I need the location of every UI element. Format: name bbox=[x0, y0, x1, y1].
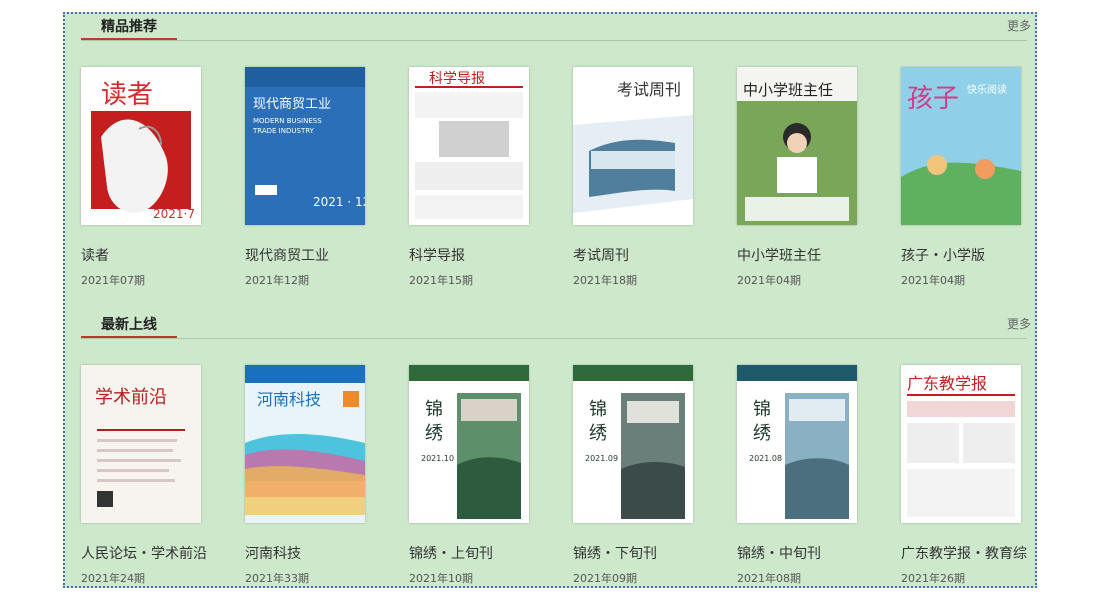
svg-text:中小学班主任: 中小学班主任 bbox=[743, 81, 833, 99]
cover-art: 中小学班主任 bbox=[737, 67, 857, 225]
cover-art: 孩子 快乐阅读 bbox=[901, 67, 1021, 225]
cover-art: 科学导报 bbox=[409, 67, 529, 225]
magazine-title[interactable]: 科学导报 bbox=[409, 245, 539, 265]
magazine-cover[interactable]: 锦 绣 2021.08 bbox=[737, 365, 857, 523]
magazine-item[interactable]: 河南科技 河南科技 2021年33期 bbox=[245, 365, 375, 586]
svg-text:锦: 锦 bbox=[589, 399, 607, 420]
section-divider bbox=[81, 338, 1027, 339]
magazine-issue: 2021年15期 bbox=[409, 274, 473, 287]
svg-text:科学导报: 科学导报 bbox=[429, 71, 485, 87]
cover-art: 锦 绣 2021.10 bbox=[409, 365, 529, 523]
svg-text:2021.10: 2021.10 bbox=[421, 454, 454, 463]
magazine-item[interactable]: 科学导报 科学导报 2021年15期 bbox=[409, 67, 539, 288]
svg-text:快乐阅读: 快乐阅读 bbox=[967, 83, 1007, 96]
magazine-title[interactable]: 锦绣・中旬刊 bbox=[737, 543, 867, 563]
section-divider bbox=[81, 40, 1027, 41]
magazine-title[interactable]: 读者 bbox=[81, 245, 211, 265]
magazine-issue: 2021年07期 bbox=[81, 274, 145, 287]
magazine-issue: 2021年33期 bbox=[245, 572, 309, 585]
magazine-cover[interactable]: 科学导报 bbox=[409, 67, 529, 225]
svg-text:考试周刊: 考试周刊 bbox=[617, 80, 681, 99]
cover-art: 读者 2021·7 bbox=[81, 67, 201, 225]
svg-text:读者: 读者 bbox=[101, 80, 153, 110]
cover-art: 现代商贸工业 MODERN BUSINESS TRADE INDUSTRY 20… bbox=[245, 67, 365, 225]
magazine-item[interactable]: 考试周刊 考试周刊 2021年18期 bbox=[573, 67, 703, 288]
magazine-item[interactable]: 广东教学报 广东教学报・教育综 2021年26期 bbox=[901, 365, 1031, 586]
svg-text:TRADE INDUSTRY: TRADE INDUSTRY bbox=[252, 127, 315, 135]
magazine-issue: 2021年04期 bbox=[901, 274, 965, 287]
cover-art: 广东教学报 bbox=[901, 365, 1021, 523]
magazine-title[interactable]: 广东教学报・教育综 bbox=[901, 543, 1031, 563]
magazine-item[interactable]: 读者 2021·7 读者 2021年07期 bbox=[81, 67, 211, 288]
magazine-cover[interactable]: 河南科技 bbox=[245, 365, 365, 523]
svg-text:现代商贸工业: 现代商贸工业 bbox=[253, 97, 331, 112]
magazine-item[interactable]: 锦 绣 2021.10 锦绣・上旬刊 2021年10期 bbox=[409, 365, 539, 586]
magazine-title[interactable]: 河南科技 bbox=[245, 543, 375, 563]
magazine-title[interactable]: 现代商贸工业 bbox=[245, 245, 375, 265]
magazine-issue: 2021年18期 bbox=[573, 274, 637, 287]
magazine-issue: 2021年08期 bbox=[737, 572, 801, 585]
cover-art: 河南科技 bbox=[245, 365, 365, 523]
svg-text:绣: 绣 bbox=[753, 423, 771, 444]
magazine-title[interactable]: 锦绣・上旬刊 bbox=[409, 543, 539, 563]
magazine-title[interactable]: 中小学班主任 bbox=[737, 245, 867, 265]
magazine-cover[interactable]: 现代商贸工业 MODERN BUSINESS TRADE INDUSTRY 20… bbox=[245, 67, 365, 225]
magazine-issue: 2021年24期 bbox=[81, 572, 145, 585]
svg-text:绣: 绣 bbox=[425, 423, 443, 444]
svg-text:锦: 锦 bbox=[425, 399, 443, 420]
cover-art: 学术前沿 bbox=[81, 365, 201, 523]
svg-text:2021.08: 2021.08 bbox=[749, 454, 782, 463]
svg-text:学术前沿: 学术前沿 bbox=[95, 387, 167, 408]
svg-text:MODERN BUSINESS: MODERN BUSINESS bbox=[253, 117, 322, 125]
magazine-title[interactable]: 锦绣・下旬刊 bbox=[573, 543, 703, 563]
section-title: 最新上线 bbox=[101, 317, 157, 333]
magazine-item[interactable]: 中小学班主任 中小学班主任 2021年04期 bbox=[737, 67, 867, 288]
magazine-cover[interactable]: 锦 绣 2021.09 bbox=[573, 365, 693, 523]
magazine-item[interactable]: 孩子 快乐阅读 孩子・小学版 2021年04期 bbox=[901, 67, 1031, 288]
magazine-cover[interactable]: 读者 2021·7 bbox=[81, 67, 201, 225]
svg-text:河南科技: 河南科技 bbox=[257, 390, 321, 409]
magazine-issue: 2021年09期 bbox=[573, 572, 637, 585]
magazine-panel: 精品推荐 更多 读者 2021·7 读者 2021年07期 现代商贸工业 MOD… bbox=[63, 12, 1037, 588]
magazine-item[interactable]: 锦 绣 2021.08 锦绣・中旬刊 2021年08期 bbox=[737, 365, 867, 586]
cover-art: 锦 绣 2021.09 bbox=[573, 365, 693, 523]
cover-art: 锦 绣 2021.08 bbox=[737, 365, 857, 523]
magazine-cover[interactable]: 学术前沿 bbox=[81, 365, 201, 523]
magazine-title[interactable]: 孩子・小学版 bbox=[901, 245, 1031, 265]
magazine-cover[interactable]: 锦 绣 2021.10 bbox=[409, 365, 529, 523]
more-link[interactable]: 更多 bbox=[1007, 17, 1031, 34]
more-link[interactable]: 更多 bbox=[1007, 315, 1031, 332]
magazine-issue: 2021年26期 bbox=[901, 572, 965, 585]
svg-text:锦: 锦 bbox=[753, 399, 771, 420]
magazine-cover[interactable]: 中小学班主任 bbox=[737, 67, 857, 225]
magazine-issue: 2021年12期 bbox=[245, 274, 309, 287]
cover-art: 考试周刊 bbox=[573, 67, 693, 225]
magazine-item[interactable]: 现代商贸工业 MODERN BUSINESS TRADE INDUSTRY 20… bbox=[245, 67, 375, 288]
section-title: 精品推荐 bbox=[101, 19, 157, 35]
magazine-cover[interactable]: 广东教学报 bbox=[901, 365, 1021, 523]
magazine-title[interactable]: 考试周刊 bbox=[573, 245, 703, 265]
svg-text:广东教学报: 广东教学报 bbox=[907, 374, 987, 393]
magazine-cover[interactable]: 考试周刊 bbox=[573, 67, 693, 225]
svg-text:2021 · 12: 2021 · 12 bbox=[313, 195, 365, 209]
magazine-item[interactable]: 学术前沿 人民论坛・学术前沿 2021年24期 bbox=[81, 365, 211, 586]
svg-text:孩子: 孩子 bbox=[907, 84, 959, 114]
svg-text:2021·7: 2021·7 bbox=[153, 207, 195, 221]
svg-text:2021.09: 2021.09 bbox=[585, 454, 618, 463]
magazine-issue: 2021年10期 bbox=[409, 572, 473, 585]
magazine-cover[interactable]: 孩子 快乐阅读 bbox=[901, 67, 1021, 225]
magazine-issue: 2021年04期 bbox=[737, 274, 801, 287]
magazine-item[interactable]: 锦 绣 2021.09 锦绣・下旬刊 2021年09期 bbox=[573, 365, 703, 586]
magazine-title[interactable]: 人民论坛・学术前沿 bbox=[81, 543, 211, 563]
svg-text:绣: 绣 bbox=[589, 423, 607, 444]
